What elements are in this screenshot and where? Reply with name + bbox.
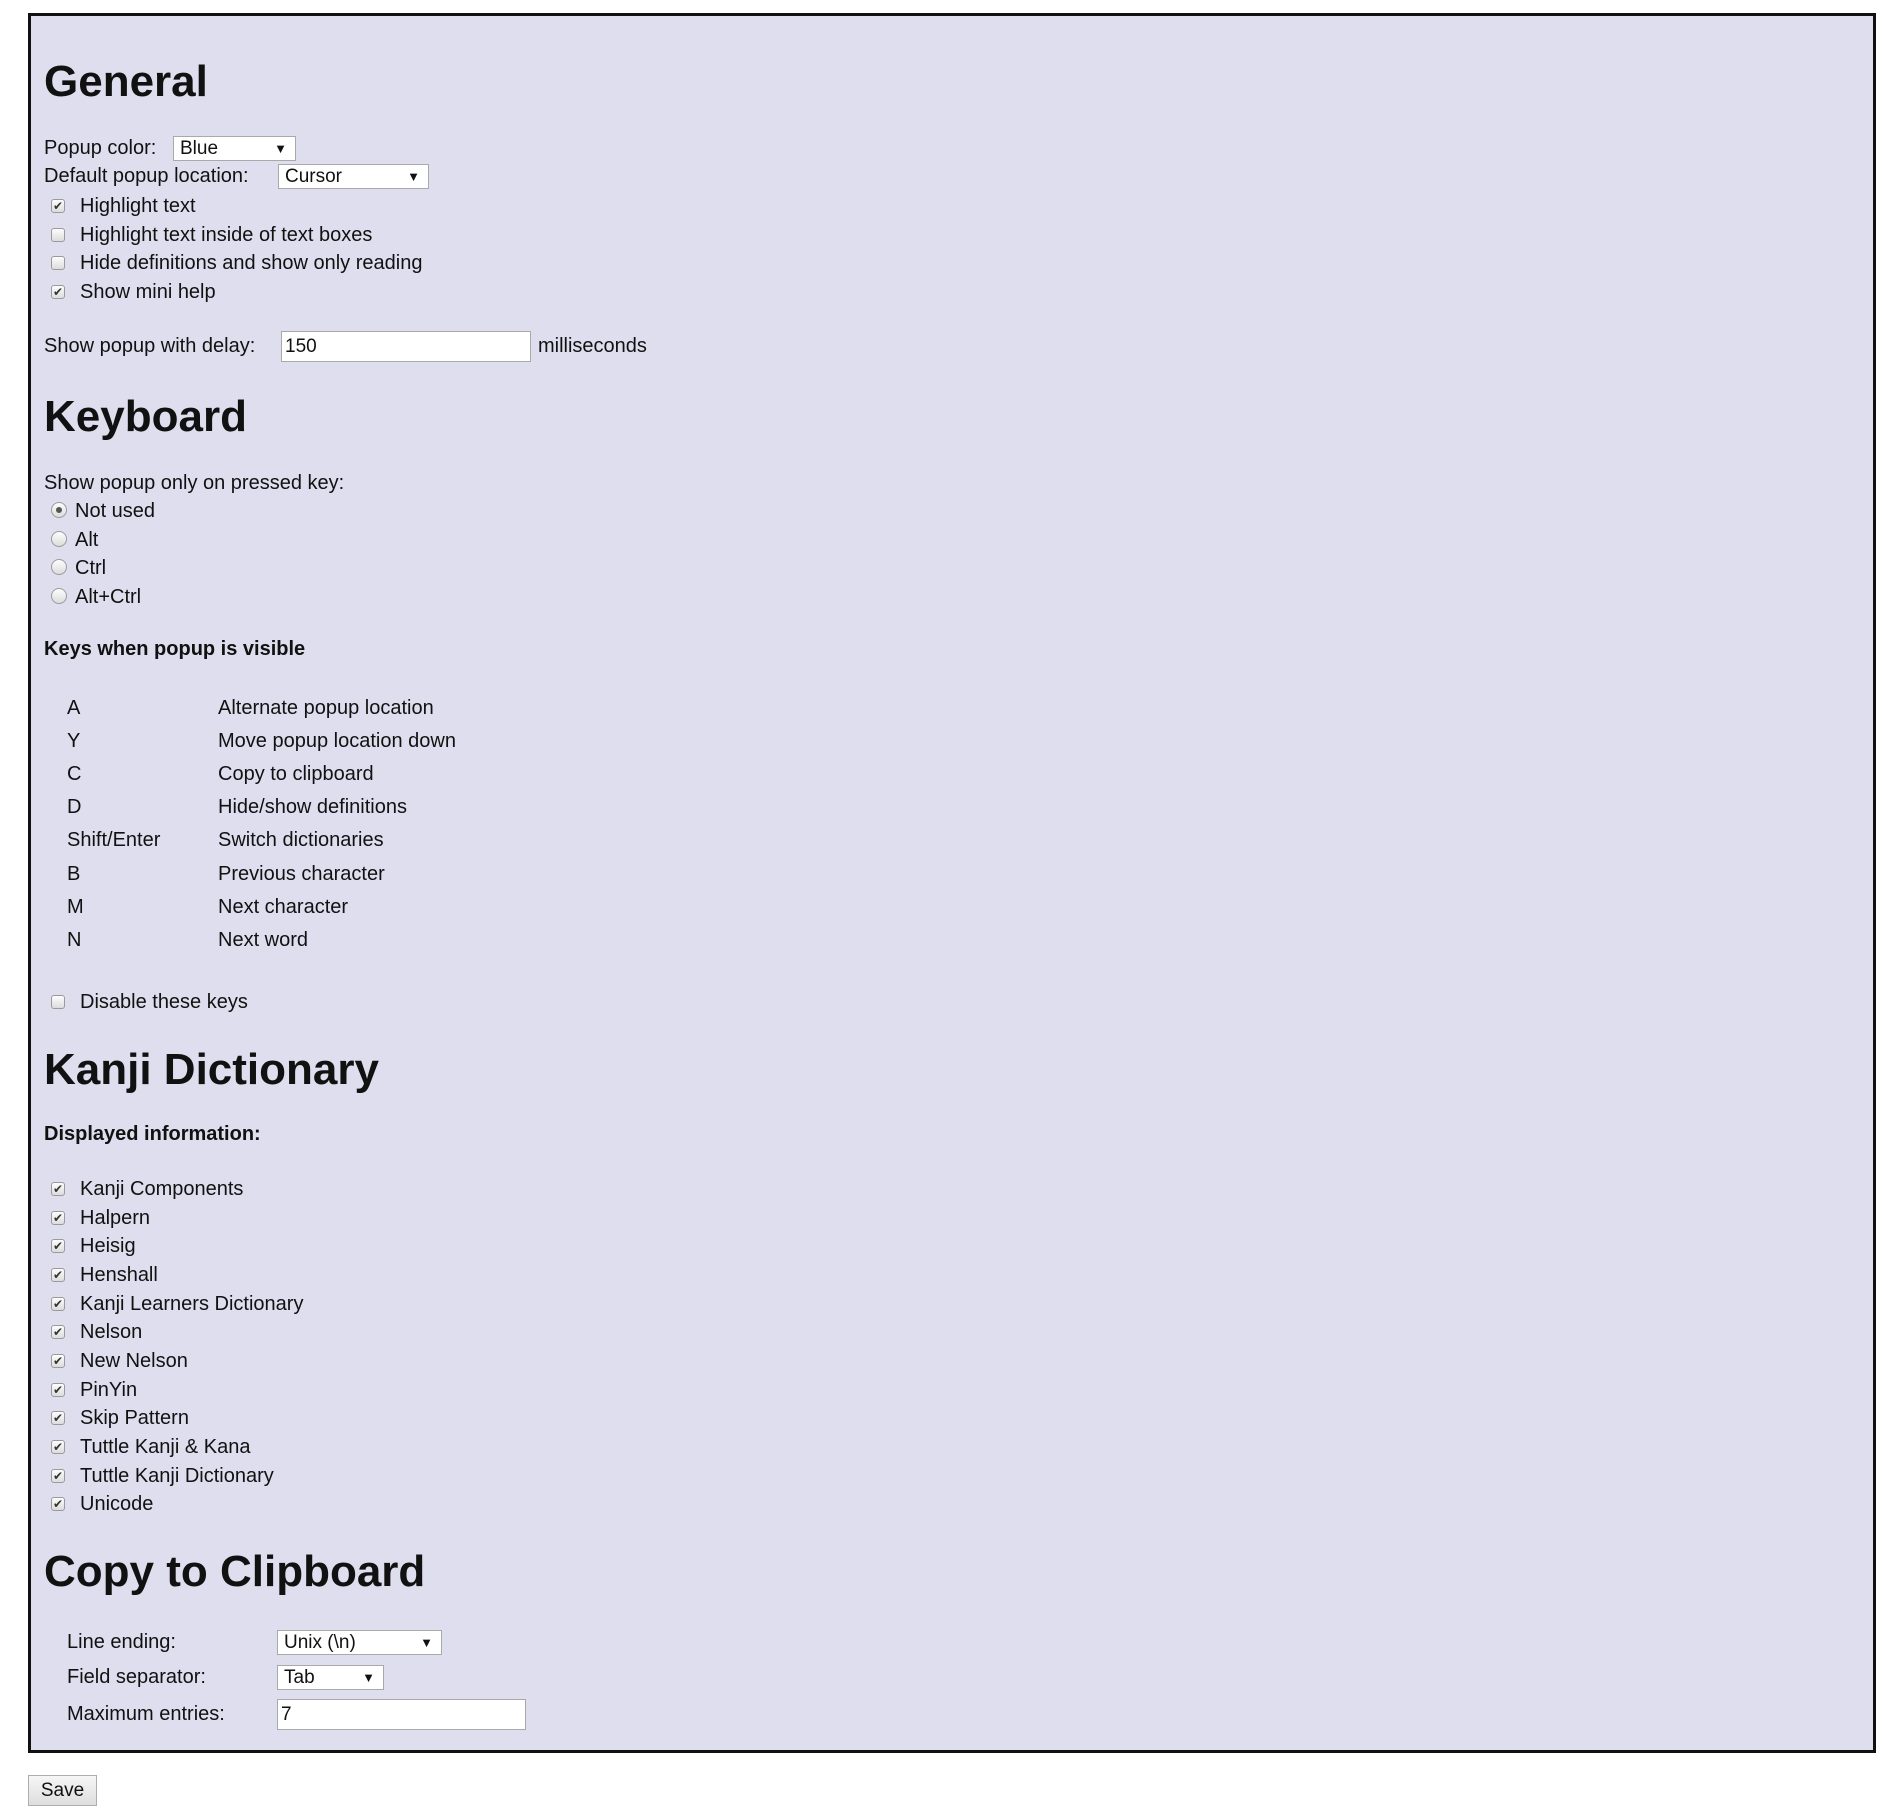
shortcut-key: C [67, 763, 82, 786]
checkbox[interactable]: ✔ [51, 1439, 65, 1454]
checkbox[interactable]: ✔ [51, 1411, 65, 1426]
checkbox-label: Tuttle Kanji & Kana [80, 1435, 251, 1458]
save-button[interactable]: Save [28, 1775, 97, 1806]
checkbox[interactable]: ✔ [51, 1182, 65, 1196]
radio-label: Alt+Ctrl [75, 586, 142, 609]
radio-selected-dot [56, 507, 62, 513]
checkbox-label: Tuttle Kanji Dictionary [80, 1464, 274, 1487]
disable-keys-label: Disable these keys [80, 991, 248, 1013]
shortcut-key: M [67, 895, 84, 918]
field-separator-value: Tab [284, 1667, 315, 1688]
shortcut-action: Move popup location down [218, 730, 456, 753]
section-title-keyboard: Keyboard [44, 392, 247, 441]
radio-label: Ctrl [75, 557, 107, 580]
checkbox-label: New Nelson [80, 1349, 188, 1372]
section-title-kanji: Kanji Dictionary [44, 1045, 379, 1094]
popup-color-select[interactable]: Blue ▼ [173, 136, 296, 161]
dropdown-arrow-icon: ▼ [407, 169, 420, 184]
shortcut-action: Hide/show definitions [218, 796, 407, 819]
checkbox-label: Show mini help [80, 280, 216, 303]
checkbox[interactable]: ✔ [51, 1296, 65, 1311]
field-separator-label: Field separator: [67, 1666, 206, 1688]
line-ending-label: Line ending: [67, 1631, 176, 1653]
line-ending-value: Unix (\n) [284, 1632, 356, 1653]
section-title-clipboard: Copy to Clipboard [44, 1547, 426, 1596]
checkbox[interactable] [51, 227, 65, 242]
shortcut-action: Alternate popup location [218, 697, 434, 719]
checkbox-label: Hide definitions and show only reading [80, 252, 423, 274]
popup-location-select[interactable]: Cursor ▼ [278, 164, 429, 189]
checkbox[interactable]: ✔ [51, 1497, 65, 1512]
dropdown-arrow-icon: ▼ [420, 1635, 433, 1650]
checkbox[interactable]: ✔ [51, 1210, 65, 1225]
shortcut-key: Shift/Enter [67, 829, 161, 852]
keys-heading: Keys when popup is visible [44, 638, 306, 660]
delay-input[interactable]: 150 [281, 331, 531, 362]
checkbox-label: Highlight text inside of text boxes [80, 223, 373, 246]
shortcut-key: D [67, 796, 82, 819]
checkbox[interactable]: ✔ [51, 199, 65, 213]
shortcut-key: B [67, 862, 81, 885]
max-entries-label: Maximum entries: [67, 1703, 225, 1725]
dropdown-arrow-icon: ▼ [274, 141, 287, 156]
shortcut-key: N [67, 928, 82, 951]
line-ending-select[interactable]: Unix (\n) ▼ [277, 1630, 442, 1655]
displayed-info-heading: Displayed information: [44, 1123, 261, 1145]
delay-unit: milliseconds [538, 335, 647, 357]
popup-color-value: Blue [180, 138, 219, 159]
field-separator-select[interactable]: Tab ▼ [277, 1665, 384, 1690]
checkbox-label: Kanji Components [80, 1178, 244, 1200]
popup-location-value: Cursor [285, 166, 343, 187]
shortcut-key: Y [67, 730, 81, 753]
checkbox[interactable]: ✔ [51, 1267, 65, 1282]
checkbox-label: Highlight text [80, 195, 196, 217]
dropdown-arrow-icon: ▼ [362, 1670, 375, 1685]
radio-button[interactable] [51, 588, 67, 605]
radio-label: Not used [75, 500, 156, 522]
checkbox-label: Henshall [80, 1263, 158, 1286]
delay-label: Show popup with delay: [44, 335, 256, 357]
radio-button[interactable] [51, 530, 67, 547]
radio-label: Alt [75, 528, 99, 551]
checkbox-label: Nelson [80, 1321, 143, 1344]
shortcut-key: A [67, 697, 81, 719]
shortcut-action: Previous character [218, 862, 385, 885]
disable-keys-checkbox[interactable] [51, 995, 65, 1009]
shortcut-action: Switch dictionaries [218, 829, 384, 852]
checkbox-label: Kanji Learners Dictionary [80, 1292, 304, 1315]
shortcut-action: Next word [218, 928, 309, 951]
shortcut-action: Next character [218, 895, 349, 918]
checkbox[interactable]: ✔ [51, 1353, 65, 1368]
checkbox-label: Unicode [80, 1493, 154, 1516]
pressed-key-label: Show popup only on pressed key: [44, 472, 345, 494]
checkbox[interactable]: ✔ [51, 1468, 65, 1483]
shortcut-action: Copy to clipboard [218, 763, 374, 786]
checkbox-label: Heisig [80, 1235, 136, 1258]
checkbox-label: PinYin [80, 1378, 138, 1401]
checkbox[interactable]: ✔ [51, 1239, 65, 1254]
section-title-general: General [44, 57, 208, 106]
checkbox-label: Skip Pattern [80, 1407, 189, 1430]
max-entries-input[interactable]: 7 [277, 1699, 526, 1730]
popup-location-label: Default popup location: [44, 165, 249, 187]
checkbox[interactable]: ✔ [51, 1382, 65, 1397]
checkbox[interactable]: ✔ [51, 284, 65, 299]
checkbox[interactable] [51, 256, 65, 270]
popup-color-label: Popup color: [44, 137, 157, 159]
checkbox-label: Halpern [80, 1206, 151, 1229]
checkbox[interactable]: ✔ [51, 1325, 65, 1340]
radio-button[interactable] [51, 502, 67, 518]
